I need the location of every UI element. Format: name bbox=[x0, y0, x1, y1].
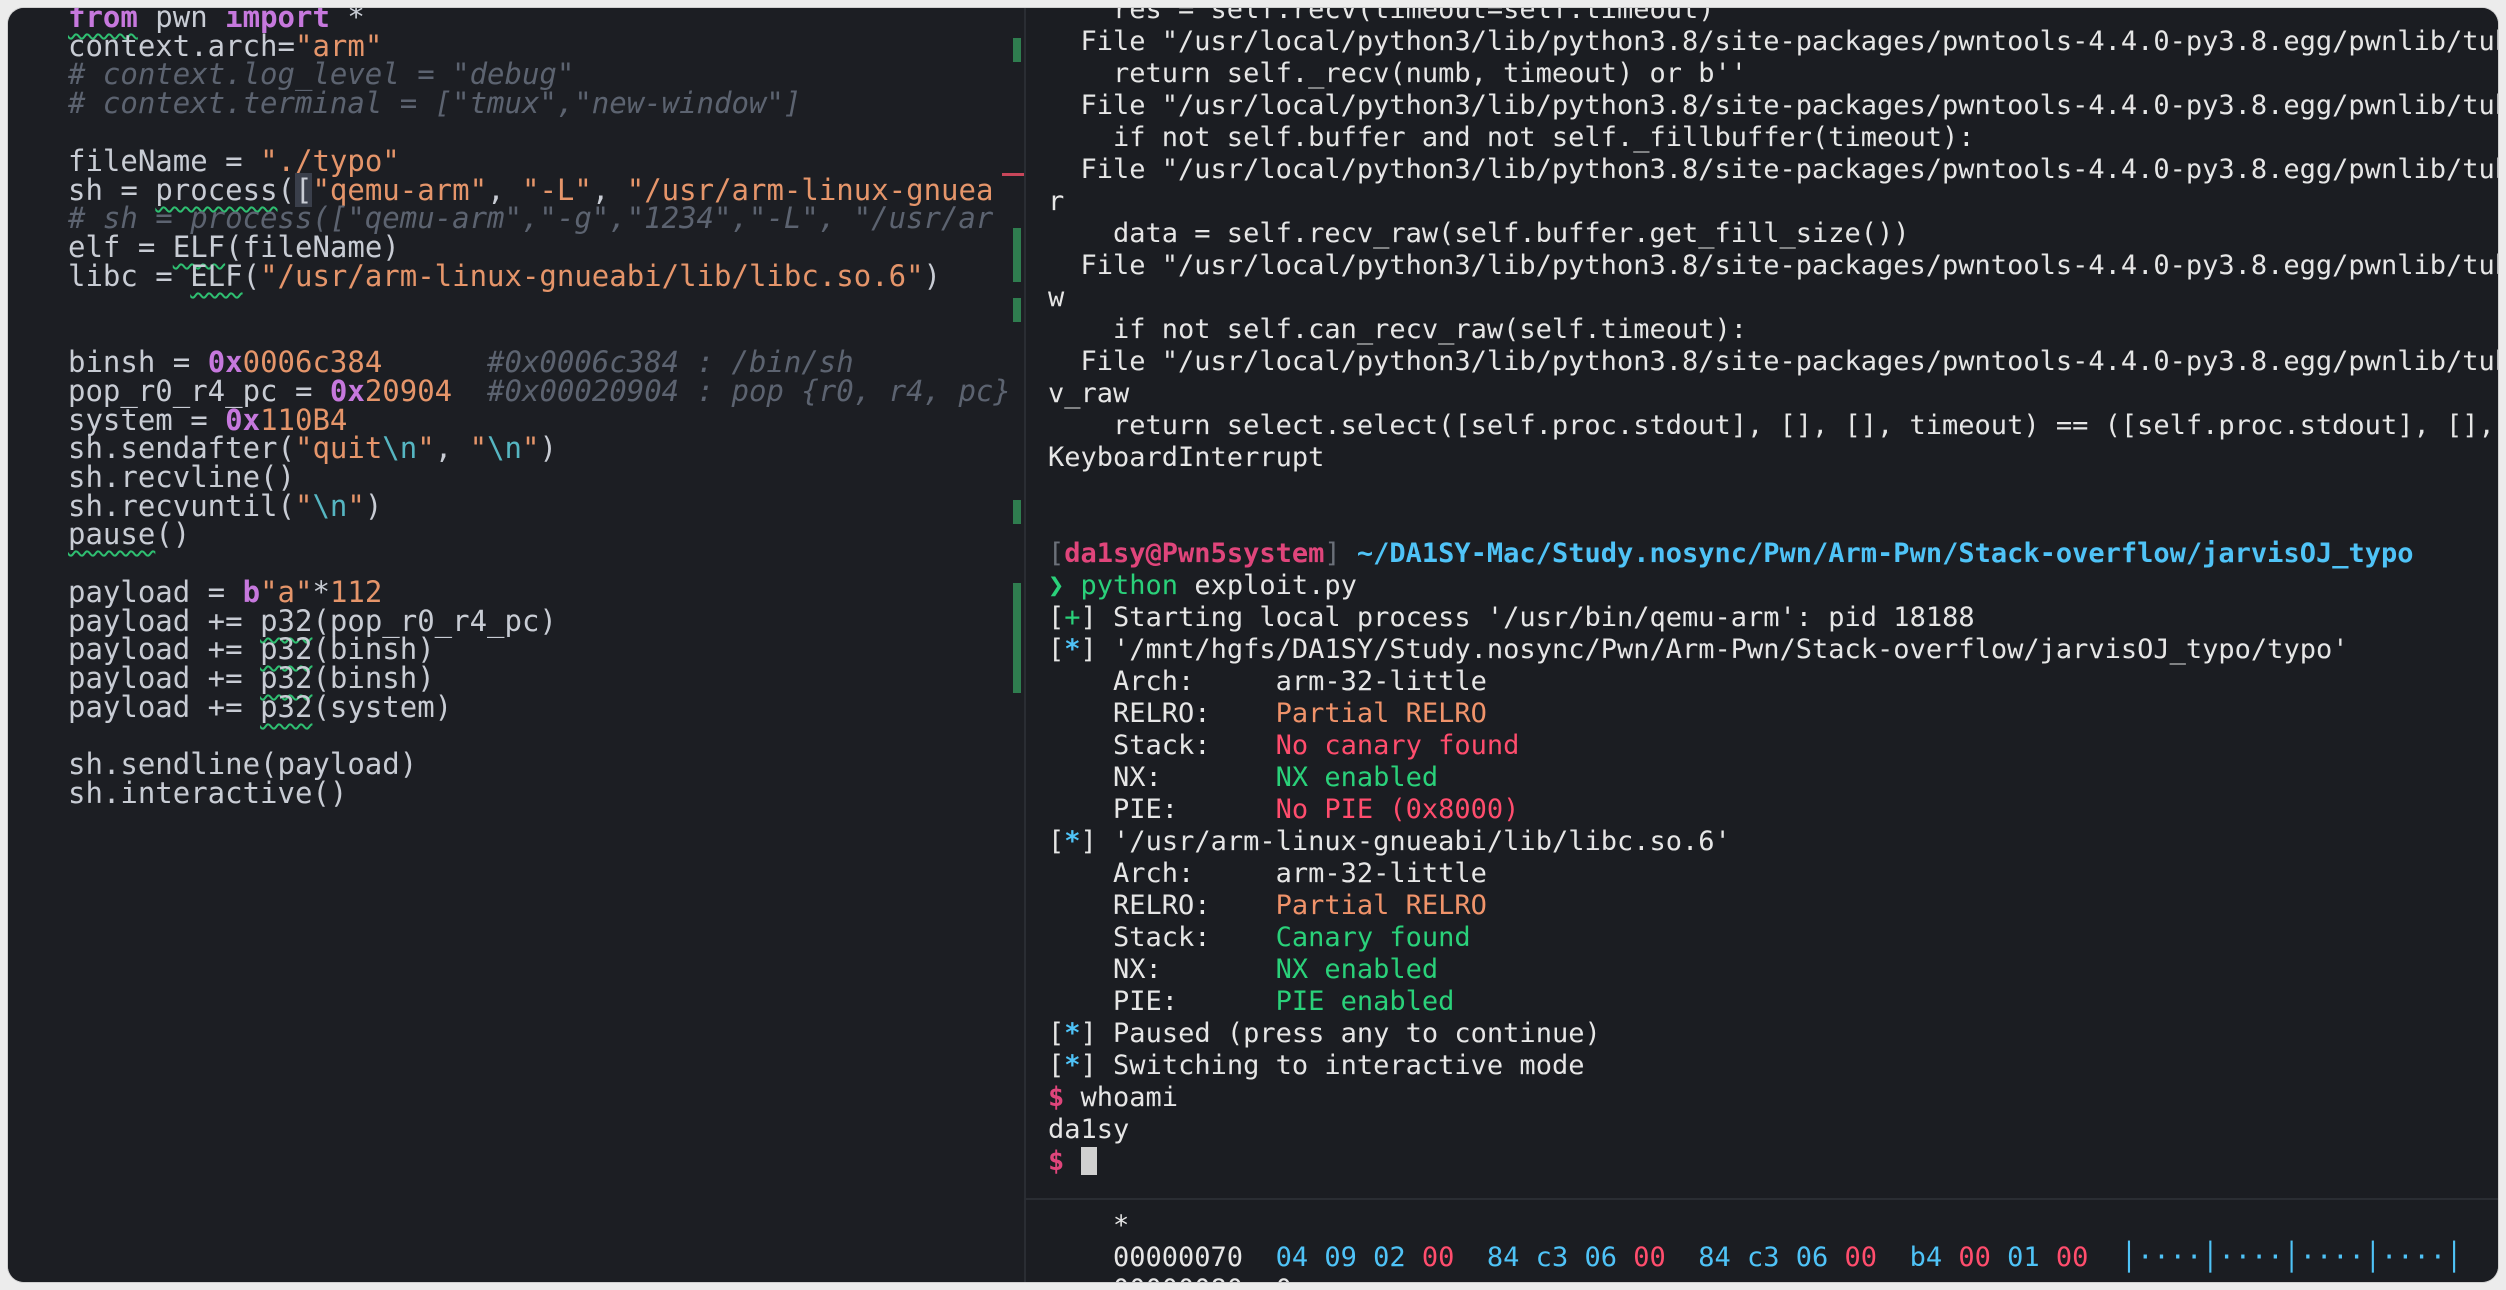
git-change-marker bbox=[1013, 38, 1021, 62]
traceback-line: v_raw bbox=[1048, 378, 1130, 409]
hexdump-line: 00000070 04 09 02 00 84 c3 06 00 84 c3 0… bbox=[1048, 1242, 2463, 1273]
checksec-nx: NX: NX enabled bbox=[1048, 954, 1439, 985]
output-line: [*] '/mnt/hgfs/DA1SY/Study.nosync/Pwn/Ar… bbox=[1048, 634, 2349, 665]
checksec-pie: PIE: No PIE (0x8000) bbox=[1048, 794, 1520, 825]
text-cursor bbox=[1080, 1147, 1097, 1175]
git-change-marker bbox=[1013, 298, 1021, 322]
interactive-prompt[interactable]: $ bbox=[1048, 1146, 1097, 1178]
code-line-19: pause() bbox=[68, 517, 191, 551]
checksec-arch: Arch: arm-32-little bbox=[1048, 858, 1487, 889]
traceback-line: File "/usr/local/python3/lib/python3.8/s… bbox=[1048, 250, 2499, 281]
traceback-line: File "/usr/local/python3/lib/python3.8/s… bbox=[1048, 154, 2499, 185]
interactive-command: $ whoami bbox=[1048, 1082, 1179, 1113]
traceback-line: data = self.recv_raw(self.buffer.get_fil… bbox=[1048, 218, 1910, 249]
command-line: ❯ python exploit.py bbox=[1048, 570, 1357, 601]
output-line: [+] Starting local process '/usr/bin/qem… bbox=[1048, 602, 1975, 633]
traceback-line: if not self.buffer and not self._fillbuf… bbox=[1048, 122, 1975, 153]
shell-prompt: [da1sy@Pwn5system] ~/DA1SY-Mac/Study.nos… bbox=[1048, 538, 2414, 569]
checksec-arch: Arch: arm-32-little bbox=[1048, 666, 1487, 697]
checksec-relro: RELRO: Partial RELRO bbox=[1048, 890, 1487, 921]
checksec-relro: RELRO: Partial RELRO bbox=[1048, 698, 1487, 729]
output-line: [*] Switching to interactive mode bbox=[1048, 1050, 1585, 1081]
code-line-10: libc = ELF("/usr/arm-linux-gnueabi/lib/l… bbox=[68, 259, 942, 293]
hexdump-line: * bbox=[1048, 1210, 1130, 1241]
terminal-window: from pwn import * context.arch="arm" # c… bbox=[8, 8, 2498, 1282]
git-change-marker bbox=[1013, 228, 1021, 282]
checksec-nx: NX: NX enabled bbox=[1048, 762, 1439, 793]
traceback-line: return self._recv(numb, timeout) or b'' bbox=[1048, 58, 1747, 89]
hexdump-line: 00000080 0a bbox=[1048, 1274, 1308, 1282]
traceback-line: KeyboardInterrupt bbox=[1048, 442, 1325, 473]
code-line-25: payload += p32(system) bbox=[68, 690, 453, 724]
git-change-marker bbox=[1013, 583, 1021, 693]
git-change-marker bbox=[1013, 500, 1021, 524]
traceback-line: File "/usr/local/python3/lib/python3.8/s… bbox=[1048, 90, 2499, 121]
traceback-line: r bbox=[1048, 186, 1065, 217]
checksec-stack: Stack: Canary found bbox=[1048, 922, 1471, 953]
traceback-line: w bbox=[1048, 282, 1065, 313]
code-line-4: # context.terminal = ["tmux","new-window… bbox=[68, 86, 802, 120]
command-output: da1sy bbox=[1048, 1114, 1130, 1145]
checksec-pie: PIE: PIE enabled bbox=[1048, 986, 1455, 1017]
checksec-stack: Stack: No canary found bbox=[1048, 730, 1520, 761]
output-line: [*] Paused (press any to continue) bbox=[1048, 1018, 1601, 1049]
pane-divider[interactable] bbox=[1002, 8, 1030, 1282]
traceback-line: File "/usr/local/python3/lib/python3.8/s… bbox=[1048, 346, 2499, 377]
terminal-pane[interactable]: res = self.recv(timeout=self.timeout) Fi… bbox=[1024, 8, 2498, 1282]
traceback-line: res = self.recv(timeout=self.timeout) bbox=[1048, 8, 1715, 25]
code-line-28: sh.interactive() bbox=[68, 776, 348, 810]
traceback-line: File "/usr/local/python3/lib/python3.8/s… bbox=[1048, 26, 2499, 57]
traceback-line: return select.select([self.proc.stdout],… bbox=[1048, 410, 2498, 441]
code-editor-pane[interactable]: from pwn import * context.arch="arm" # c… bbox=[8, 8, 1012, 1282]
output-line: [*] '/usr/arm-linux-gnueabi/lib/libc.so.… bbox=[1048, 826, 1731, 857]
pane-separator bbox=[1026, 1198, 2498, 1200]
traceback-line: if not self.can_recv_raw(self.timeout): bbox=[1048, 314, 1747, 345]
